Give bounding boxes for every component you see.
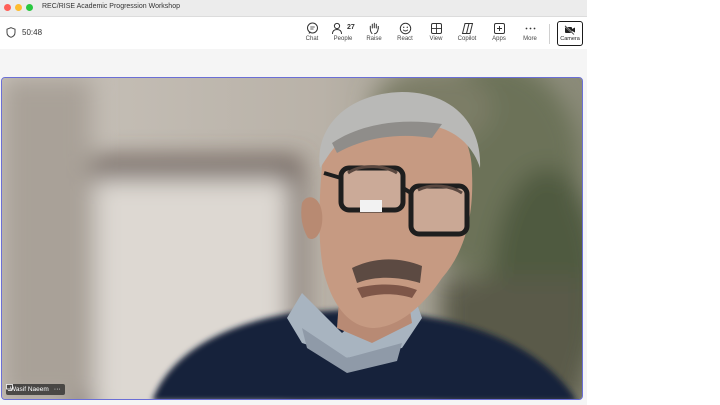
people-label: People: [333, 36, 353, 42]
chat-icon: [306, 22, 318, 34]
view-label: View: [429, 36, 443, 42]
view-button[interactable]: View: [422, 22, 450, 48]
participant-name-tag: Wasif Naeem ···: [6, 384, 65, 395]
screen-share-icon: [6, 384, 13, 391]
apps-icon: [493, 23, 505, 34]
window-title: REC/RISE Academic Progression Workshop: [42, 3, 180, 10]
people-button[interactable]: 27 People: [329, 22, 357, 48]
more-button[interactable]: More: [516, 22, 544, 48]
view-icon: [430, 23, 442, 34]
meeting-toolbar: 50:48 Chat 27 People Raise React View Co…: [0, 17, 587, 49]
people-icon: [332, 22, 342, 35]
apps-button[interactable]: Apps: [485, 22, 513, 48]
apps-label: Apps: [492, 36, 506, 42]
close-window-button[interactable]: [4, 4, 11, 11]
camera-label: Camera: [560, 36, 580, 42]
chat-button[interactable]: Chat: [298, 22, 326, 48]
meeting-timer: 50:48: [22, 28, 43, 37]
copilot-icon: [461, 23, 473, 34]
title-bar: REC/RISE Academic Progression Workshop: [0, 0, 587, 17]
teams-meeting-window: REC/RISE Academic Progression Workshop 5…: [0, 0, 587, 405]
participant-name: Wasif Naeem: [10, 386, 49, 393]
participant-video-tile[interactable]: Wasif Naeem ···: [1, 77, 583, 400]
minimize-window-button[interactable]: [15, 4, 22, 11]
people-count: 27: [347, 24, 355, 31]
camera-off-icon: [564, 25, 575, 35]
toolbar-divider: [549, 24, 550, 44]
chat-label: Chat: [305, 36, 319, 42]
raise-label: Raise: [366, 36, 382, 42]
shield-icon: [6, 27, 16, 38]
more-icon: [525, 27, 535, 30]
react-label: React: [397, 36, 413, 42]
more-label: More: [523, 36, 537, 42]
copilot-label: Copilot: [457, 36, 477, 42]
react-button[interactable]: React: [391, 22, 419, 48]
raise-hand-button[interactable]: Raise: [360, 22, 388, 48]
camera-button[interactable]: Camera: [557, 21, 583, 46]
copilot-button[interactable]: Copilot: [453, 22, 481, 48]
react-icon: [399, 22, 411, 35]
zoom-window-button[interactable]: [26, 4, 33, 11]
raise-hand-icon: [369, 22, 379, 35]
participant-video-feed: [2, 78, 582, 399]
ellipsis-icon[interactable]: ···: [54, 386, 61, 393]
